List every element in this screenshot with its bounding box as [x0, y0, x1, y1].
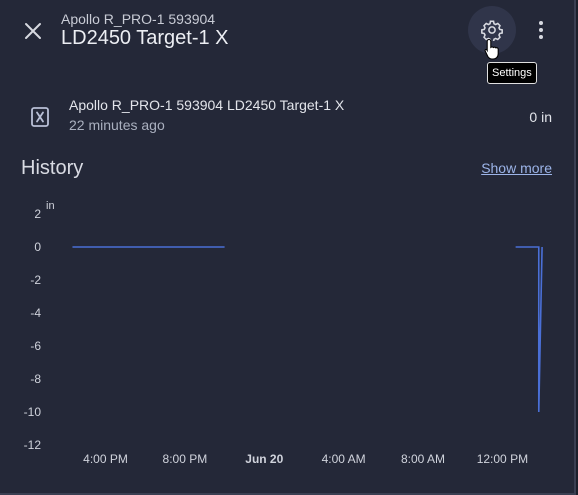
entity-name: Apollo R_PRO-1 593904 LD2450 Target-1 X: [69, 97, 345, 113]
show-more-link[interactable]: Show more: [481, 160, 552, 176]
alpha-x-box-outline-icon: [31, 107, 49, 127]
history-heading: History: [21, 157, 84, 179]
y-tick-label: 0: [34, 240, 41, 254]
entity-row[interactable]: Apollo R_PRO-1 593904 LD2450 Target-1 X …: [0, 90, 574, 140]
pointer-cursor-icon: [484, 38, 499, 60]
entity-last-changed: 22 minutes ago: [69, 117, 165, 133]
y-tick-label: -8: [30, 372, 41, 386]
y-axis-unit-label: in: [46, 200, 55, 212]
x-tick-label: 8:00 PM: [163, 452, 208, 466]
y-tick-label: -6: [30, 339, 41, 353]
x-tick-label: 4:00 AM: [322, 452, 366, 466]
y-tick-label: -2: [30, 273, 41, 287]
x-tick-label: 8:00 AM: [401, 452, 445, 466]
x-tick-label: 4:00 PM: [83, 452, 128, 466]
x-tick-label: Jun 20: [245, 452, 283, 466]
settings-tooltip: Settings: [487, 62, 537, 84]
y-tick-label: 2: [34, 207, 41, 221]
series-line: [515, 246, 543, 413]
close-icon: [25, 23, 41, 39]
history-chart: in 2 0 -2 -4 -6 -8 -10 -12 4:00 PM 8:00 PM Jun 20 4:…: [24, 200, 543, 466]
y-tick-label: -4: [30, 306, 41, 320]
entity-state: 0 in: [529, 109, 552, 125]
x-tick-label: 12:00 PM: [477, 452, 528, 466]
more-options-button[interactable]: [524, 13, 558, 47]
dialog-title: LD2450 Target-1 X: [61, 27, 229, 49]
more-info-dialog: Apollo R_PRO-1 593904 LD2450 Target-1 X …: [0, 0, 576, 495]
dots-vertical-icon: [539, 21, 543, 39]
y-tick-label: -12: [24, 438, 42, 452]
dialog-subtitle: Apollo R_PRO-1 593904: [61, 11, 216, 27]
y-tick-label: -10: [24, 405, 42, 419]
close-button[interactable]: [16, 14, 50, 48]
